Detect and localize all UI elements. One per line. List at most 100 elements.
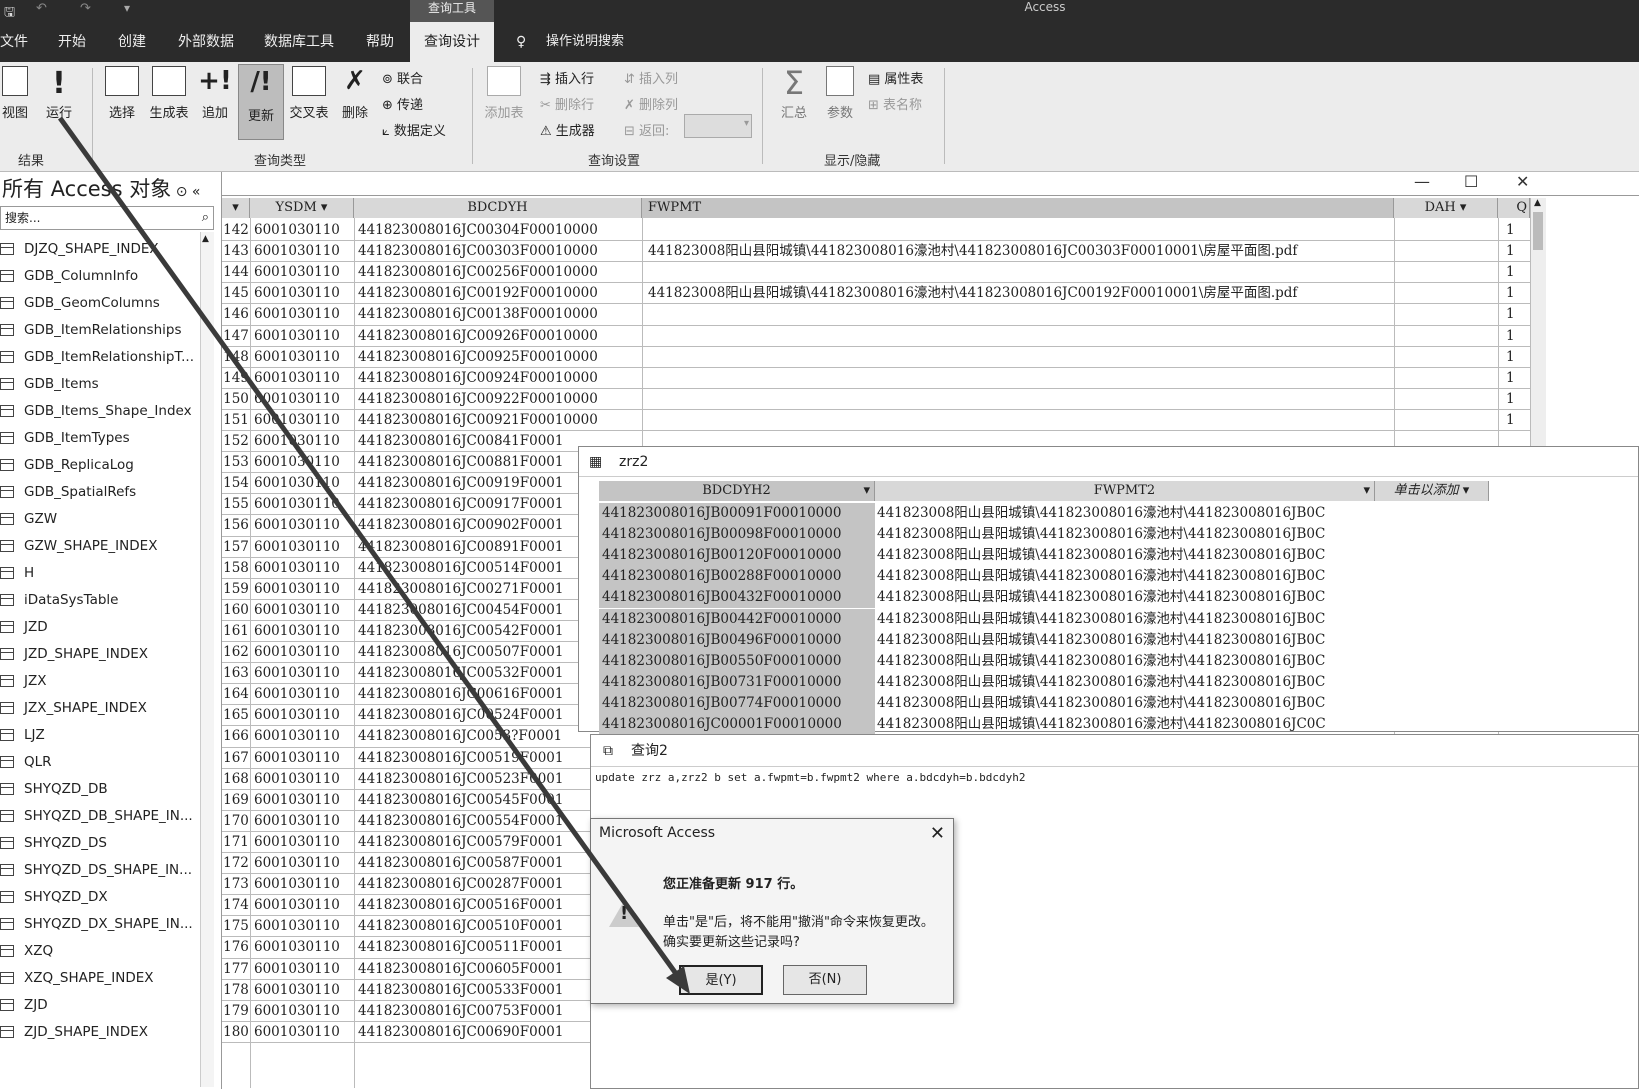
cell-ysdm[interactable]: 6001030110	[254, 304, 354, 325]
cell-fwpmt[interactable]: 441823008阳山县阳城镇\441823008016濠池村\44182300…	[648, 241, 1392, 262]
nav-item[interactable]: H	[0, 560, 34, 587]
scroll-up-icon[interactable]: ▲	[202, 234, 209, 244]
insert-columns-button[interactable]: ⇵ 插入列	[624, 68, 678, 87]
cell-ysdm[interactable]: 6001030110	[254, 537, 354, 558]
nav-item[interactable]: JZD	[0, 614, 48, 641]
cell-fwpmt2[interactable]: 441823008阳山县阳城镇\441823008016濠池村\44182300…	[877, 672, 1375, 693]
nav-item[interactable]: GDB_ItemRelationships	[0, 317, 182, 344]
cell-ysdm[interactable]: 6001030110	[254, 283, 354, 304]
nav-item[interactable]: GDB_Items	[0, 371, 99, 398]
table-row[interactable]: 149 6001030110 441823008016JC00924F0001000…	[222, 368, 1530, 389]
cell-q[interactable]: 1	[1506, 283, 1526, 304]
cell-ysdm[interactable]: 6001030110	[254, 684, 354, 705]
table-row[interactable]: 441823008016JB00442F00010000 441823008阳山县…	[599, 608, 1639, 630]
cell-ysdm[interactable]: 6001030110	[254, 705, 354, 726]
nav-item[interactable]: SHYQZD_DS	[0, 830, 107, 857]
cell-ysdm[interactable]: 6001030110	[254, 389, 354, 410]
nav-item[interactable]: iDataSysTable	[0, 587, 119, 614]
collapse-pane-icon[interactable]: «	[192, 184, 201, 200]
cell-bdcdyh2[interactable]: 441823008016JB00120F00010000	[599, 545, 875, 567]
cell-fwpmt2[interactable]: 441823008阳山县阳城镇\441823008016濠池村\44182300…	[877, 651, 1375, 672]
crosstab-button[interactable]: 交叉表	[288, 66, 330, 121]
table-row[interactable]: 441823008016JB00288F00010000 441823008阳山县…	[599, 566, 1639, 588]
column-header-q[interactable]: Q	[1498, 198, 1530, 218]
cell-ysdm[interactable]: 6001030110	[254, 874, 354, 895]
cell-bdcdyh2[interactable]: 441823008016JB00442F00010000	[599, 608, 875, 630]
table-row[interactable]: 441823008016JB00550F00010000 441823008阳山县…	[599, 650, 1639, 672]
cell-bdcdyh[interactable]: 441823008016JC00921F00010000	[358, 410, 640, 431]
table-row[interactable]: 441823008016JB00731F00010000 441823008阳山县…	[599, 671, 1639, 693]
cell-bdcdyh2[interactable]: 441823008016JB00774F00010000	[599, 692, 875, 714]
table-row[interactable]: 441823008016JB00120F00010000 441823008阳山县…	[599, 545, 1639, 567]
nav-item[interactable]: JZD_SHAPE_INDEX	[0, 641, 148, 668]
nav-item[interactable]: GDB_Items_Shape_Index	[0, 398, 192, 425]
cell-ysdm[interactable]: 6001030110	[254, 769, 354, 790]
table-row[interactable]: 145 6001030110 441823008016JC00192F0001000…	[222, 283, 1530, 304]
cell-ysdm[interactable]: 6001030110	[254, 811, 354, 832]
datasheet-scrollbar[interactable]: ▲	[1530, 198, 1546, 446]
nav-item[interactable]: SHYQZD_DB	[0, 776, 108, 803]
menu-external-data[interactable]: 外部数据	[178, 22, 234, 62]
cell-ysdm[interactable]: 6001030110	[254, 726, 354, 747]
yes-button[interactable]: 是(Y)	[679, 965, 763, 995]
cell-bdcdyh[interactable]: 441823008016JC00304F00010000	[358, 220, 640, 241]
nav-item[interactable]: SHYQZD_DS_SHAPE_IN...	[0, 857, 192, 884]
pass-through-button[interactable]: ⊕ 传递	[382, 94, 423, 113]
cell-ysdm[interactable]: 6001030110	[254, 959, 354, 980]
cell-ysdm[interactable]: 6001030110	[254, 980, 354, 1001]
cell-q[interactable]: 1	[1506, 326, 1526, 347]
nav-item[interactable]: GDB_ItemTypes	[0, 425, 130, 452]
cell-ysdm[interactable]: 6001030110	[254, 494, 354, 515]
column-header-fwpmt2[interactable]: FWPMT2 ▾	[875, 481, 1375, 501]
cell-fwpmt2[interactable]: 441823008阳山县阳城镇\441823008016濠池村\44182300…	[877, 693, 1375, 714]
nav-item[interactable]: GDB_GeomColumns	[0, 290, 160, 317]
cell-fwpmt2[interactable]: 441823008阳山县阳城镇\441823008016濠池村\44182300…	[877, 503, 1375, 524]
cell-ysdm[interactable]: 6001030110	[254, 347, 354, 368]
nav-item[interactable]: SHYQZD_DX_SHAPE_IN...	[0, 911, 193, 938]
table-row[interactable]: 441823008016JB00774F00010000 441823008阳山县…	[599, 692, 1639, 714]
chevron-down-circle-icon[interactable]: ⊙	[171, 184, 192, 200]
cell-ysdm[interactable]: 6001030110	[254, 262, 354, 283]
delete-query-button[interactable]: ✗ 删除	[338, 66, 372, 121]
cell-q[interactable]: 1	[1506, 262, 1526, 283]
nav-search-input[interactable]: 搜索... ⌕	[0, 206, 214, 230]
delete-columns-button[interactable]: ✗ 删除列	[624, 94, 678, 113]
run-button[interactable]: ! 运行	[42, 66, 76, 121]
cell-ysdm[interactable]: 6001030110	[254, 621, 354, 642]
nav-item[interactable]: DJZQ_SHAPE_INDEX	[0, 236, 159, 263]
cell-fwpmt2[interactable]: 441823008阳山县阳城镇\441823008016濠池村\44182300…	[877, 587, 1375, 608]
add-table-button[interactable]: 添加表	[484, 66, 524, 121]
nav-item[interactable]: JZX	[0, 668, 46, 695]
cell-ysdm[interactable]: 6001030110	[254, 410, 354, 431]
cell-ysdm[interactable]: 6001030110	[254, 579, 354, 600]
zrz2-titlebar[interactable]: ▦ zrz2	[579, 447, 1638, 477]
tell-me-search[interactable]: 操作说明搜索	[546, 22, 624, 62]
nav-item[interactable]: GDB_ReplicaLog	[0, 452, 134, 479]
sql-editor[interactable]: update zrz a,zrz2 b set a.fwpmt=b.fwpmt2…	[595, 771, 1025, 784]
menu-home[interactable]: 开始	[58, 22, 86, 62]
cell-ysdm[interactable]: 6001030110	[254, 326, 354, 347]
cell-bdcdyh2[interactable]: 441823008016JB00432F00010000	[599, 587, 875, 609]
cell-fwpmt2[interactable]: 441823008阳山县阳城镇\441823008016濠池村\44182300…	[877, 566, 1375, 587]
cell-fwpmt2[interactable]: 441823008阳山县阳城镇\441823008016濠池村\44182300…	[877, 714, 1375, 735]
nav-item[interactable]: JZX_SHAPE_INDEX	[0, 695, 147, 722]
table-row[interactable]: 441823008016JC00001F00010000 441823008阳山县…	[599, 714, 1639, 735]
nav-item[interactable]: SHYQZD_DX	[0, 884, 108, 911]
nav-item[interactable]: GDB_ItemRelationshipT...	[0, 344, 194, 371]
query2-titlebar[interactable]: ⧉ 查询2	[591, 735, 1638, 767]
cell-fwpmt[interactable]: 441823008阳山县阳城镇\441823008016濠池村\44182300…	[648, 283, 1392, 304]
builder-button[interactable]: ⚠ 生成器	[540, 120, 595, 139]
customize-toolbar-icon[interactable]: ▾	[124, 1, 130, 15]
table-row[interactable]: 151 6001030110 441823008016JC00921F0001000…	[222, 410, 1530, 431]
cell-ysdm[interactable]: 6001030110	[254, 1022, 354, 1043]
cell-bdcdyh[interactable]: 441823008016JC00303F00010000	[358, 241, 640, 262]
cell-ysdm[interactable]: 6001030110	[254, 663, 354, 684]
cell-bdcdyh[interactable]: 441823008016JC00922F00010000	[358, 389, 640, 410]
cell-ysdm[interactable]: 6001030110	[254, 937, 354, 958]
close-icon[interactable]: ✕	[930, 823, 945, 844]
column-header-ysdm[interactable]: YSDM ▾	[250, 198, 354, 218]
cell-q[interactable]: 1	[1506, 220, 1526, 241]
table-row[interactable]: 143 6001030110 441823008016JC00303F0001000…	[222, 241, 1530, 262]
nav-item[interactable]: XZQ_SHAPE_INDEX	[0, 965, 154, 992]
cell-bdcdyh[interactable]: 441823008016JC00256F00010000	[358, 262, 640, 283]
